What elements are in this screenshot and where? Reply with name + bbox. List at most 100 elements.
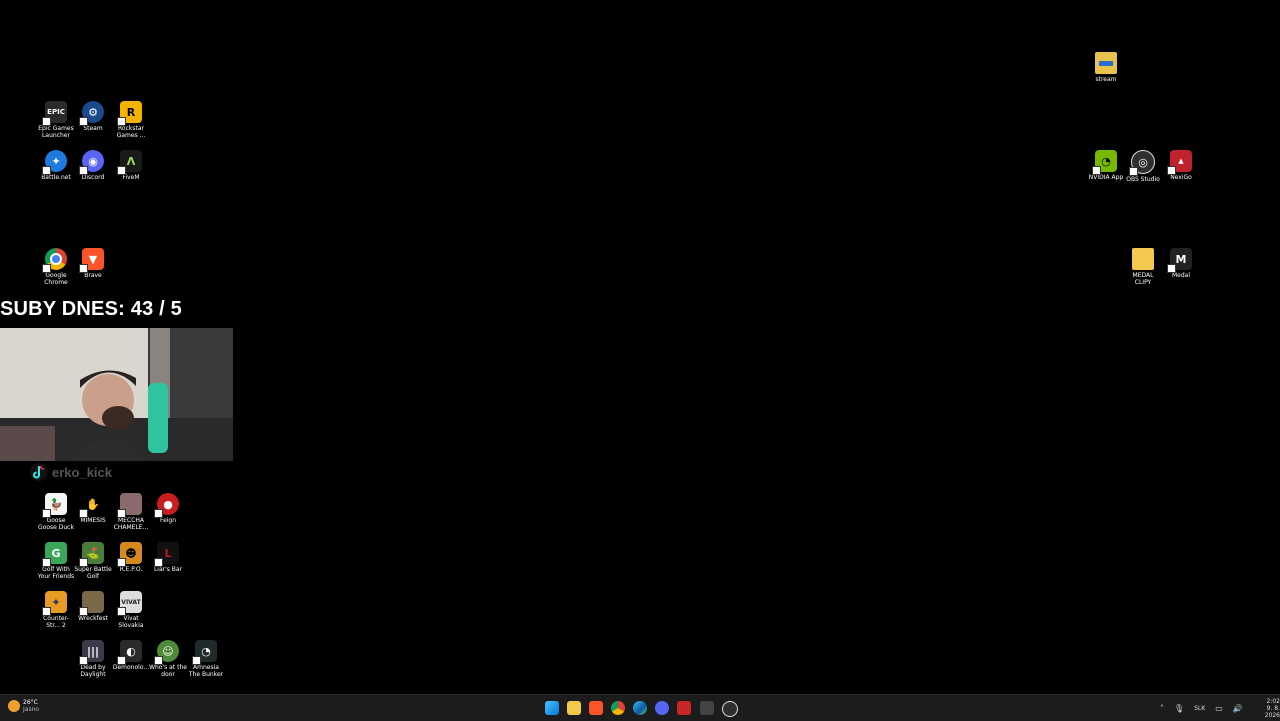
desktop-icon-label: Demonolo... xyxy=(112,664,150,671)
desktop-icon-label: FiveM xyxy=(122,174,140,181)
brave-icon: ▼ xyxy=(79,248,104,273)
weather-sun-icon xyxy=(8,700,20,712)
repo-icon: ☻ xyxy=(117,542,142,567)
nexigo-icon: ▲ xyxy=(1167,150,1192,175)
amnesia-bunker-icon: ◔ xyxy=(192,640,217,665)
whos-at-the-door-icon: ☺ xyxy=(154,640,179,665)
network-icon[interactable]: ▭ xyxy=(1215,704,1223,713)
medal-icon: M xyxy=(1167,248,1192,273)
brave-taskbar-icon[interactable] xyxy=(589,701,603,715)
rockstar-icon: R xyxy=(117,101,142,126)
desktop-icon-meccha-chameleon[interactable]: MECCHA CHAMELE... xyxy=(112,493,150,531)
desktop-icon-label: R.E.P.O. xyxy=(119,566,143,573)
desktop-icon-label: Brave xyxy=(84,272,102,279)
goose-goose-duck-icon: 🦆 xyxy=(42,493,67,518)
desktop-icon-nexigo[interactable]: ▲ NexiGo xyxy=(1162,150,1200,181)
desktop-icon-label: NexiGo xyxy=(1170,174,1192,181)
clock[interactable]: 2:02 9. 8. 2026 xyxy=(1253,698,1280,719)
desktop-icon-brave[interactable]: ▼ Brave xyxy=(74,248,112,279)
desktop-icon-label: Dead by Daylight xyxy=(80,664,106,678)
desktop-icon-steam[interactable]: ⚙ Steam xyxy=(74,101,112,132)
tiktok-icon xyxy=(30,463,48,481)
desktop-icon-discord[interactable]: ◉ Discord xyxy=(74,150,112,181)
desktop-icon-golf-with-your-friends[interactable]: G Golf With Your Friends xyxy=(37,542,75,580)
desktop-icon-label: MECCHA CHAMELE... xyxy=(113,517,149,531)
desktop-icon-chrome[interactable]: Google Chrome xyxy=(37,248,75,286)
folder-stream-icon xyxy=(1095,52,1117,74)
desktop-icon-label: Goose Goose Duck xyxy=(38,517,74,531)
feign-icon: ● xyxy=(154,493,179,518)
mimesis-icon: ✋ xyxy=(79,493,104,518)
demonologist-icon: ◐ xyxy=(117,640,142,665)
desktop-icon-demonologist[interactable]: ◐ Demonolo... xyxy=(112,640,150,671)
windows-start-icon[interactable] xyxy=(545,701,559,715)
desktop-icon-label: MIMESIS xyxy=(80,517,106,524)
steam-icon: ⚙ xyxy=(79,101,104,126)
obs-taskbar-icon[interactable] xyxy=(722,701,738,717)
desktop-icon-label: OBS Studio xyxy=(1126,176,1160,183)
tiktok-username: erko_kick xyxy=(52,464,112,480)
desktop-icon-repo[interactable]: ☻ R.E.P.O. xyxy=(112,542,150,573)
counter-strike-icon: ✦ xyxy=(42,591,67,616)
discord-icon: ◉ xyxy=(79,150,104,175)
desktop-icon-label: Google Chrome xyxy=(44,272,68,286)
desktop-icon-label: Feign xyxy=(159,517,177,524)
weather-desc: Jasno xyxy=(23,706,40,713)
desktop-icon-dead-by-daylight[interactable]: ||| Dead by Daylight xyxy=(74,640,112,678)
language-indicator[interactable]: SLK xyxy=(1194,705,1205,712)
desktop-icon-fivem[interactable]: Λ FiveM xyxy=(112,150,150,181)
discord-taskbar-icon[interactable] xyxy=(655,701,669,715)
desktop-icon-counter-strike[interactable]: ✦ Counter-Str... 2 xyxy=(37,591,75,629)
microphone-icon[interactable]: 🎙 xyxy=(1174,704,1184,713)
desktop-icon-label: Who's at the door xyxy=(149,664,187,678)
desktop-icon-goose-goose-duck[interactable]: 🦆 Goose Goose Duck xyxy=(37,493,75,531)
folder-icon xyxy=(1132,248,1154,270)
webcam-image xyxy=(0,328,233,461)
desktop-icon-label: Battle.net xyxy=(41,174,71,181)
desktop-icon-label: MEDAL CLIPY xyxy=(1132,272,1154,286)
desktop-icon-mimesis[interactable]: ✋ MIMESIS xyxy=(74,493,112,524)
edge-taskbar-icon[interactable] xyxy=(633,701,647,715)
desktop-icon-label: Counter-Str... 2 xyxy=(43,615,69,629)
desktop-icon-vivat-slovakia[interactable]: VIVAT Vivat Slovakia xyxy=(112,591,150,629)
weather-widget[interactable]: 26°C Jasno xyxy=(8,699,39,713)
clock-time: 2:02 xyxy=(1266,697,1280,705)
desktop-icon-whos-at-the-door[interactable]: ☺ Who's at the door xyxy=(149,640,187,678)
tool-icon[interactable] xyxy=(700,701,714,715)
desktop-icon-label: Wreckfest xyxy=(78,615,108,622)
desktop-icon-rockstar[interactable]: R Rockstar Games ... xyxy=(112,101,150,139)
desktop-icon-wreckfest[interactable]: Wreckfest xyxy=(74,591,112,622)
desktop-icon-amnesia-bunker[interactable]: ◔ Amnesia The Bunker xyxy=(187,640,225,678)
desktop-icon-epic-games[interactable]: EPIC Epic Games Launcher xyxy=(37,101,75,139)
system-tray: ˄ 🎙 SLK ▭ 🔊 2:02 9. 8. 2026 xyxy=(1160,695,1280,721)
desktop-icon-label: Amnesia The Bunker xyxy=(188,664,224,678)
desktop-icon-medal[interactable]: M Medal xyxy=(1162,248,1200,279)
subs-counter-overlay: SUBY DNES: 43 / 5 xyxy=(0,298,182,320)
super-battle-golf-icon: ⛳ xyxy=(79,542,104,567)
volume-icon[interactable]: 🔊 xyxy=(1233,704,1243,713)
file-explorer-icon[interactable] xyxy=(567,701,581,715)
app-red-icon[interactable] xyxy=(677,701,691,715)
desktop-icon-feign[interactable]: ● Feign xyxy=(149,493,187,524)
desktop-icon-medal-clipy[interactable]: MEDAL CLIPY xyxy=(1124,248,1162,286)
desktop-icon-battlenet[interactable]: ✦ Battle.net xyxy=(37,150,75,181)
chevron-up-icon[interactable]: ˄ xyxy=(1160,704,1164,713)
desktop-icon-liars-bar[interactable]: L Liar's Bar xyxy=(149,542,187,573)
chrome-taskbar-icon[interactable] xyxy=(611,701,625,715)
desktop-icon-label: Super Battle Golf xyxy=(74,566,112,580)
tiktok-handle: erko_kick xyxy=(30,463,112,481)
desktop-icon-label: Medal xyxy=(1171,272,1191,279)
desktop-icon-nvidia[interactable]: ◔ NVIDIA App xyxy=(1087,150,1125,181)
desktop-icon-label: Vivat Slovakia xyxy=(118,615,144,629)
desktop-icon-obs[interactable]: ◎ OBS Studio xyxy=(1124,150,1162,183)
golf-with-your-friends-icon: G xyxy=(42,542,67,567)
wreckfest-icon xyxy=(79,591,104,616)
liars-bar-icon: L xyxy=(154,542,179,567)
obs-icon: ◎ xyxy=(1129,150,1155,176)
chrome-icon xyxy=(42,248,67,273)
desktop-icon-super-battle-golf[interactable]: ⛳ Super Battle Golf xyxy=(74,542,112,580)
desktop-icon-label: Golf With Your Friends xyxy=(37,566,75,580)
desktop-icon-stream-folder[interactable]: stream xyxy=(1087,52,1125,83)
dead-by-daylight-icon: ||| xyxy=(79,640,104,665)
meccha-chameleon-icon xyxy=(117,493,142,518)
